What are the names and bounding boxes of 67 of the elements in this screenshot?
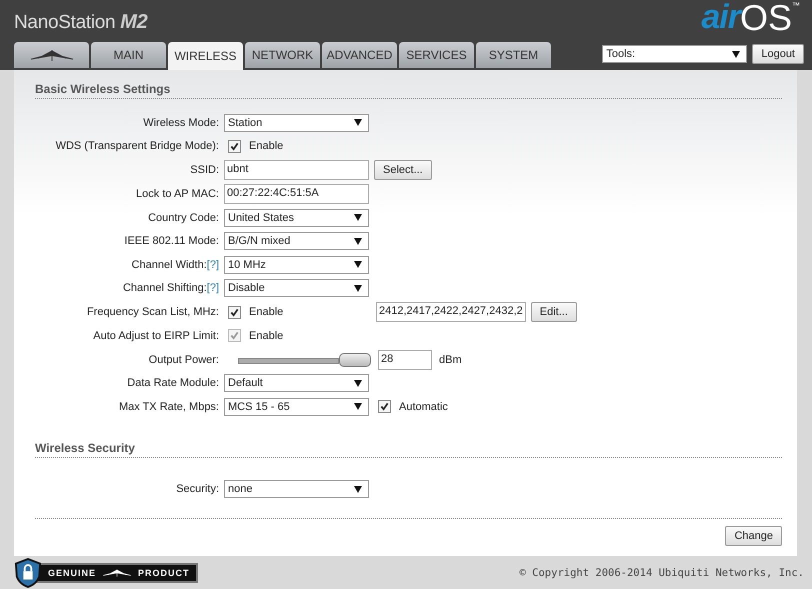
dropdown[interactable]: Default xyxy=(224,374,369,392)
dropdown[interactable]: MCS 15 - 65 xyxy=(224,398,369,416)
nav-tab[interactable]: NETWORK xyxy=(245,42,320,68)
dropdown[interactable]: United States xyxy=(224,208,369,227)
tools-dropdown[interactable]: Tools: xyxy=(602,45,748,63)
dropdown-arrow-icon xyxy=(354,214,362,222)
antenna-logo-icon xyxy=(28,50,74,60)
dropdown-arrow-icon xyxy=(354,486,362,493)
dropdown-arrow-icon xyxy=(354,403,362,410)
home-tab[interactable] xyxy=(14,42,89,68)
nav-tab[interactable]: SYSTEM xyxy=(476,42,551,68)
checkbox[interactable] xyxy=(378,400,391,414)
field-label: Channel Shifting: xyxy=(122,282,207,294)
dropdown[interactable]: 10 MHz xyxy=(224,256,369,274)
dropdown-arrow-icon xyxy=(354,380,362,387)
checkbox[interactable] xyxy=(228,306,241,318)
change-button[interactable]: Change xyxy=(725,526,782,546)
input-field[interactable]: 00:27:22:4C:51:5A xyxy=(224,184,369,204)
checkbox-label: Enable xyxy=(249,330,284,342)
nav-tab[interactable]: SERVICES xyxy=(399,42,474,68)
field-label: Country Code: xyxy=(148,212,219,224)
field-label: IEEE 802.11 Mode: xyxy=(124,235,219,248)
field-label: Auto Adjust to EIRP Limit: xyxy=(93,330,219,342)
section-title: Wireless Security xyxy=(35,438,782,458)
checkbox[interactable] xyxy=(228,140,241,153)
help-link[interactable]: [?] xyxy=(206,282,219,294)
product-name: NanoStation M2 xyxy=(14,11,148,35)
dropdown[interactable]: Station xyxy=(224,114,369,132)
field-label: Output Power: xyxy=(148,354,219,366)
field-label: Lock to AP MAC: xyxy=(136,188,219,200)
dropdown[interactable]: B/G/N mixed xyxy=(224,232,369,250)
dropdown[interactable]: Disable xyxy=(224,279,369,298)
checkbox-label: Automatic xyxy=(399,400,448,413)
field-label: Frequency Scan List, MHz: xyxy=(86,306,219,318)
badge-text: PRODUCT xyxy=(138,568,190,578)
field-label: WDS (Transparent Bridge Mode): xyxy=(56,140,219,152)
logout-button[interactable]: Logout xyxy=(752,44,804,64)
help-link[interactable]: [?] xyxy=(206,258,219,271)
airos-logo: airOS$^{™}$ xyxy=(701,0,800,40)
input-field[interactable]: 28 xyxy=(378,350,432,370)
badge-text: GENUINE xyxy=(48,568,96,578)
field-label: Max TX Rate, Mbps: xyxy=(118,400,219,413)
checkbox-label: Enable xyxy=(249,306,284,318)
field-label: Security: xyxy=(176,483,219,496)
action-button[interactable]: Select... xyxy=(374,160,432,180)
field-label: Wireless Mode: xyxy=(143,116,219,129)
slider-handle[interactable] xyxy=(339,352,371,366)
dropdown-arrow-icon xyxy=(354,261,362,268)
dropdown-arrow-icon xyxy=(354,238,362,245)
action-button[interactable]: Edit... xyxy=(530,302,577,322)
nav-tab[interactable]: WIRELESS xyxy=(168,42,243,70)
input-field[interactable]: ubnt xyxy=(224,160,369,180)
input-field[interactable]: 2412,2417,2422,2427,2432,2 xyxy=(376,302,526,322)
dropdown-arrow-icon xyxy=(732,50,740,58)
copyright-text: © Copyright 2006-2014 Ubiquiti Networks, Inc. xyxy=(520,566,804,578)
nav-tab[interactable]: MAIN xyxy=(91,42,166,68)
dropdown[interactable]: none xyxy=(224,480,369,498)
antenna-logo-icon xyxy=(102,568,132,576)
dropdown-arrow-icon xyxy=(354,284,362,292)
field-label: SSID: xyxy=(190,164,219,176)
field-label: Channel Width: xyxy=(132,258,207,271)
unit-label: dBm xyxy=(439,354,462,366)
nav-tab[interactable]: ADVANCED xyxy=(322,42,397,68)
section-title: Basic Wireless Settings xyxy=(35,80,782,99)
field-label: Data Rate Module: xyxy=(127,377,219,390)
dropdown-arrow-icon xyxy=(354,119,362,126)
checkbox-label: Enable xyxy=(249,140,284,152)
